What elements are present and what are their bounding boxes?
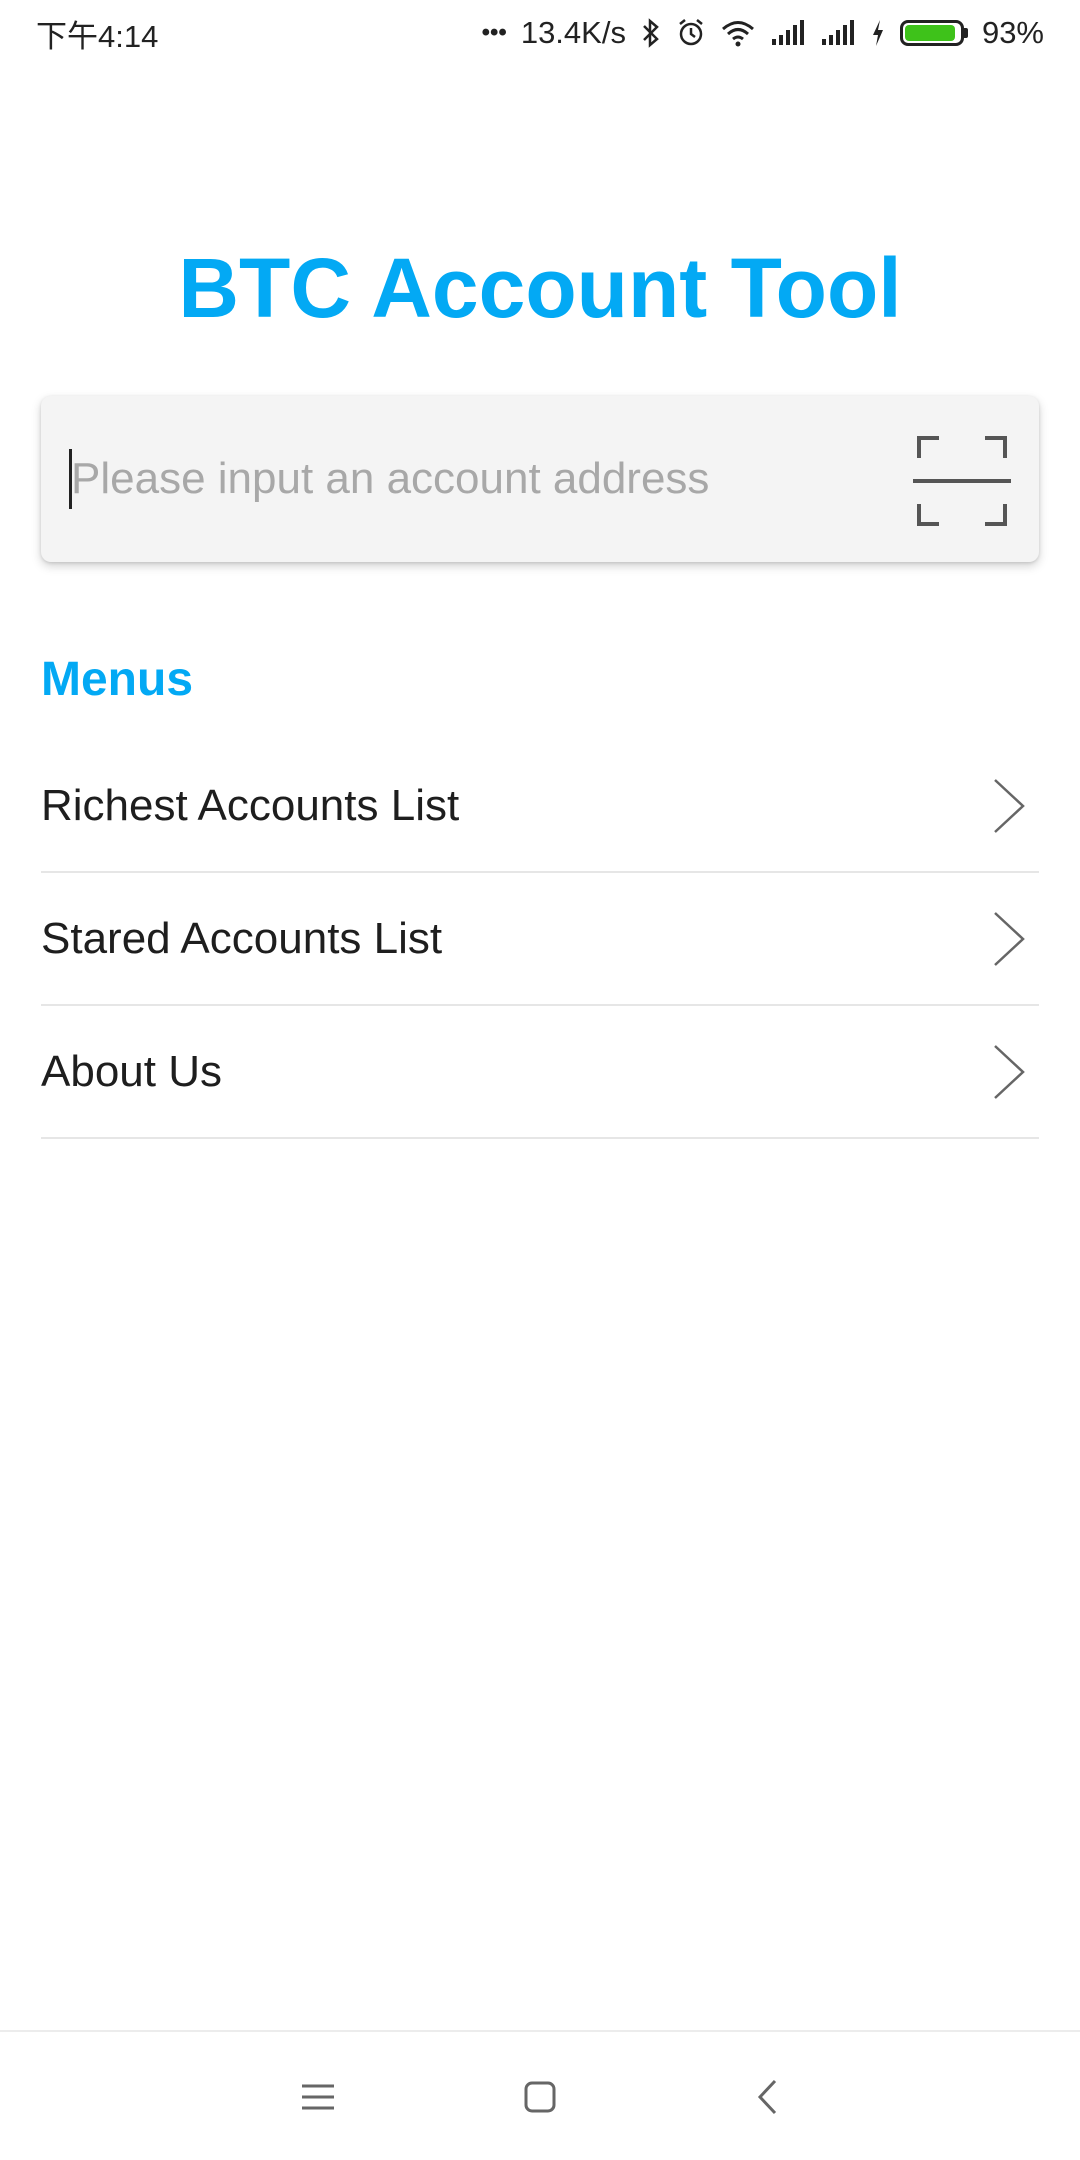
chevron-right-icon xyxy=(994,911,1025,966)
network-speed: 13.4K/s xyxy=(520,15,626,50)
menu-item-label: Richest Accounts List xyxy=(41,780,460,830)
charging-icon xyxy=(870,18,886,48)
text-cursor xyxy=(69,449,72,509)
account-address-input[interactable] xyxy=(69,436,909,522)
status-more-dots: ••• xyxy=(481,19,507,46)
chevron-right-icon xyxy=(994,1044,1025,1099)
back-button[interactable] xyxy=(732,2062,802,2132)
status-time: 下午4:14 xyxy=(36,18,159,54)
status-bar: 下午4:14 ••• 13.4K/s 93% xyxy=(0,0,1080,66)
battery-percent: 93% xyxy=(981,15,1044,50)
home-button[interactable] xyxy=(505,2062,575,2132)
battery-icon xyxy=(899,20,968,46)
recent-apps-button[interactable] xyxy=(283,2062,353,2132)
signal-icon xyxy=(770,19,806,47)
menu-item-stared-accounts[interactable]: Stared Accounts List xyxy=(41,873,1039,1006)
menu-item-label: About Us xyxy=(41,1046,222,1096)
alarm-icon xyxy=(676,18,706,48)
chevron-right-icon xyxy=(994,778,1025,833)
scan-icon xyxy=(913,436,1011,526)
system-nav-bar xyxy=(0,2030,1080,2160)
back-icon xyxy=(757,2079,777,2115)
bluetooth-icon xyxy=(640,18,662,48)
menu-item-label: Stared Accounts List xyxy=(41,913,443,963)
scan-qr-button[interactable] xyxy=(907,426,1017,536)
home-icon xyxy=(524,2081,556,2113)
menu-icon xyxy=(302,2084,334,2110)
signal-icon xyxy=(820,19,856,47)
menus-heading: Menus xyxy=(41,653,194,706)
menu-list: Richest Accounts List Stared Accounts Li… xyxy=(41,740,1039,1139)
menu-item-about-us[interactable]: About Us xyxy=(41,1006,1039,1139)
menu-item-richest-accounts[interactable]: Richest Accounts List xyxy=(41,740,1039,873)
wifi-icon xyxy=(720,18,756,48)
address-search-box xyxy=(41,396,1039,562)
app-title: BTC Account Tool xyxy=(178,241,902,335)
